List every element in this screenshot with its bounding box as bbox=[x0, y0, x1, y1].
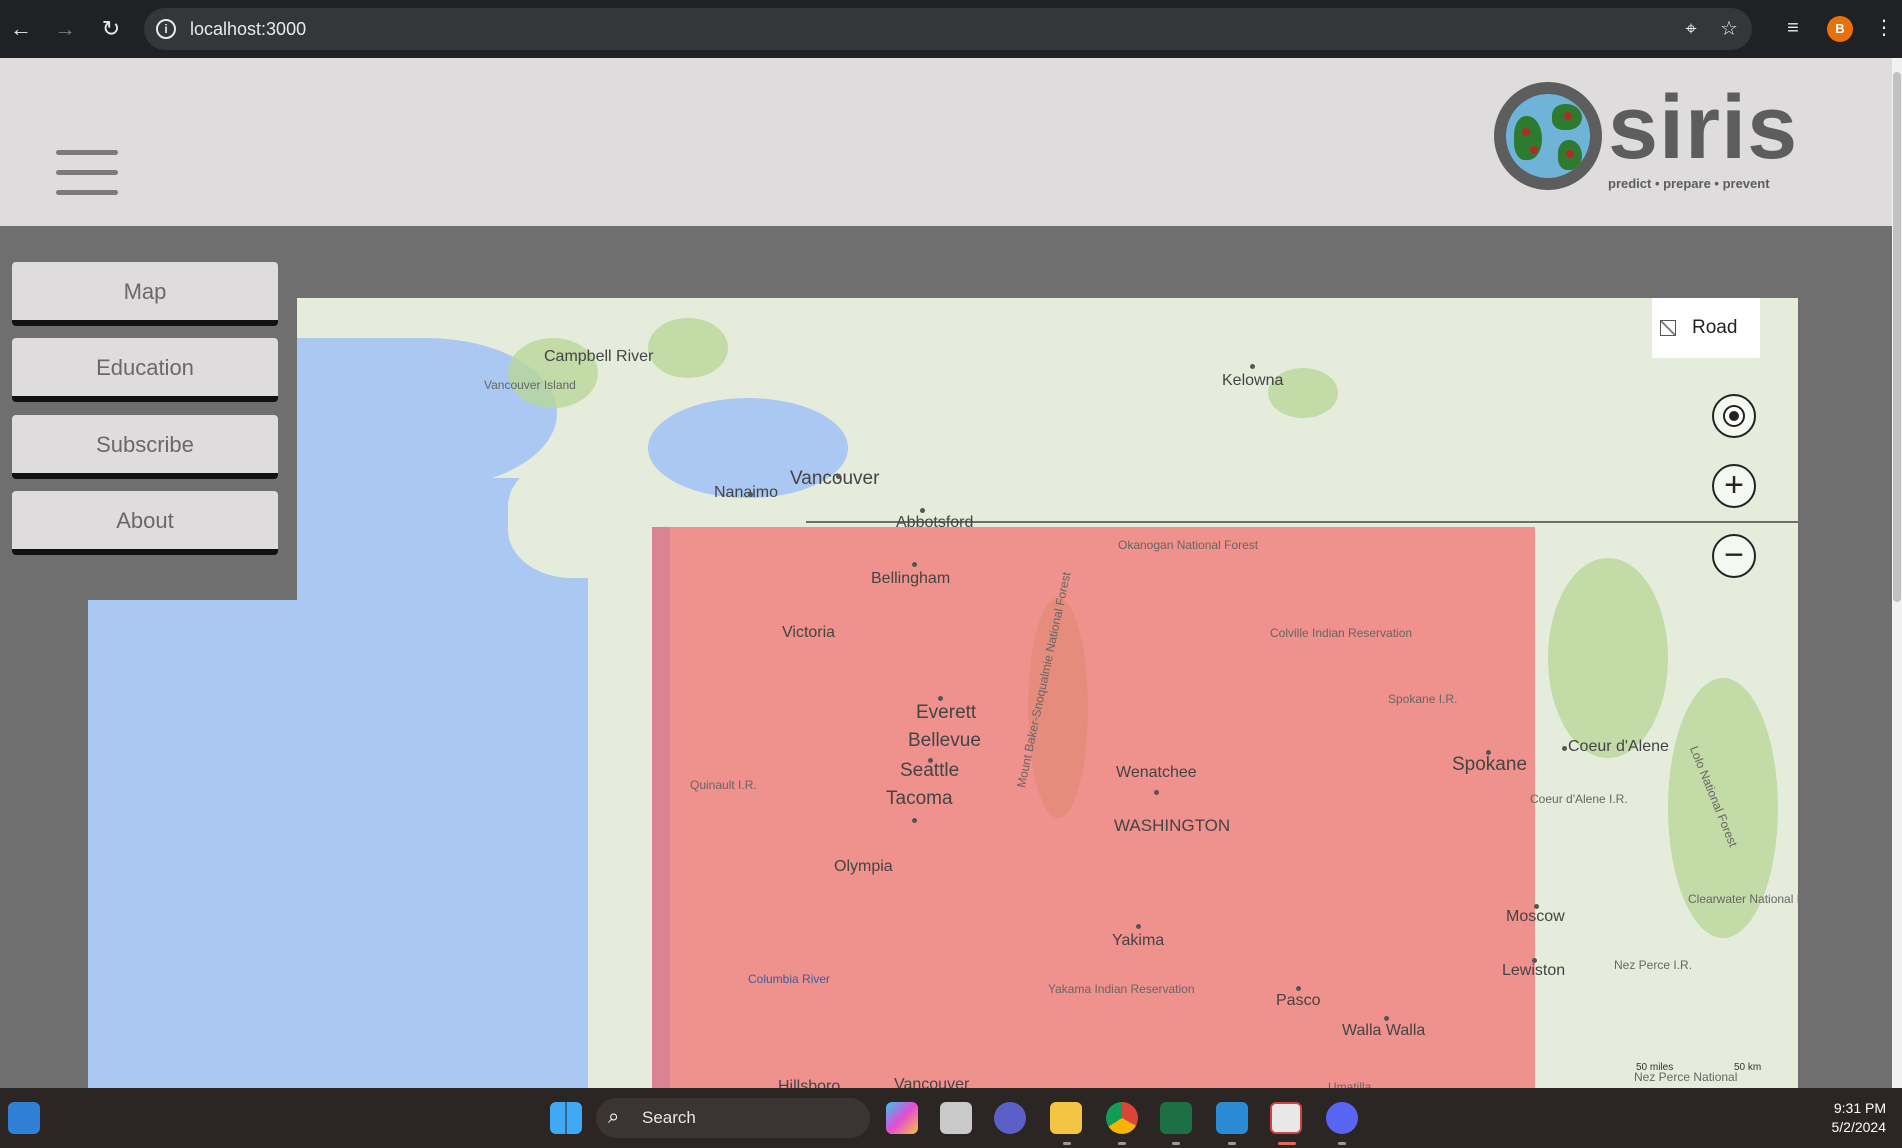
globe-logo-icon bbox=[1494, 82, 1602, 190]
profile-avatar[interactable]: B bbox=[1827, 16, 1853, 42]
map-label: Nez Perce I.R. bbox=[1614, 958, 1693, 972]
windows-start-icon[interactable] bbox=[550, 1102, 582, 1134]
scrollbar-thumb[interactable] bbox=[1893, 72, 1901, 602]
task-view-icon[interactable] bbox=[940, 1102, 972, 1134]
meet-icon[interactable] bbox=[994, 1102, 1026, 1134]
map-label: Coeur d'Alene I.R. bbox=[1530, 792, 1628, 806]
back-arrow-icon[interactable]: ← bbox=[4, 12, 38, 46]
media-playlist-icon[interactable]: ≡ bbox=[1779, 14, 1807, 42]
site-info-icon[interactable]: i bbox=[156, 19, 176, 39]
browser-toolbar: ← → ↻ i localhost:3000 ⌖ ☆ ≡ B ⋮ bbox=[0, 0, 1902, 58]
map-style-toggle[interactable]: Road bbox=[1652, 298, 1760, 358]
location-icon[interactable]: ⌖ bbox=[1680, 18, 1702, 40]
map-label: Wenatchee bbox=[1116, 764, 1197, 781]
map-label: Walla Walla bbox=[1342, 1022, 1426, 1039]
map-label: Everett bbox=[916, 702, 977, 723]
map-label: Pasco bbox=[1276, 992, 1321, 1009]
forward-arrow-icon[interactable]: → bbox=[48, 12, 82, 46]
hamburger-menu-icon[interactable] bbox=[56, 150, 118, 196]
taskbar-clock[interactable]: 9:31 PM 5/2/2024 bbox=[1806, 1099, 1887, 1137]
locate-icon[interactable] bbox=[1712, 394, 1756, 438]
clock-time: 9:31 PM bbox=[1833, 1100, 1886, 1116]
map-canvas[interactable]: Campbell River Vancouver Island Kelowna … bbox=[88, 298, 1798, 1088]
menu-item-subscribe[interactable]: Subscribe bbox=[12, 415, 278, 479]
map-label: Bellevue bbox=[908, 730, 981, 751]
map-style-label: Road bbox=[1692, 317, 1738, 338]
map-label: Colville Indian Reservation bbox=[1270, 626, 1413, 640]
windows-taskbar: ⌕ Search 9:31 PM 5/2/2024 bbox=[0, 1088, 1902, 1148]
file-explorer-icon[interactable] bbox=[1050, 1102, 1082, 1134]
clock-date: 5/2/2024 bbox=[1831, 1119, 1887, 1135]
osiris-logo[interactable]: siris predict • prepare • prevent bbox=[1494, 78, 1799, 198]
bookmark-star-icon[interactable]: ☆ bbox=[1718, 18, 1740, 40]
map-label: Hillsboro bbox=[778, 1078, 841, 1088]
url-text[interactable]: localhost:3000 bbox=[190, 8, 306, 50]
more-menu-icon[interactable]: ⋮ bbox=[1870, 14, 1898, 42]
widgets-icon[interactable] bbox=[8, 1102, 40, 1134]
map-label: Clearwater National Forest bbox=[1688, 892, 1798, 906]
map-label: Moscow bbox=[1506, 908, 1565, 925]
discord-icon[interactable] bbox=[1326, 1102, 1358, 1134]
map-label: WASHINGTON bbox=[1114, 816, 1231, 835]
map-label: Umatilla bbox=[1328, 1080, 1372, 1088]
map-label: Quinault I.R. bbox=[690, 778, 757, 792]
excel-icon[interactable] bbox=[1160, 1102, 1192, 1134]
chrome-icon[interactable] bbox=[1106, 1102, 1138, 1134]
menu-item-map[interactable]: Map bbox=[12, 262, 278, 326]
map-label: Okanogan National Forest bbox=[1118, 538, 1259, 552]
map-label: Tacoma bbox=[886, 788, 953, 809]
reload-icon[interactable]: ↻ bbox=[94, 12, 128, 46]
copilot-icon[interactable] bbox=[886, 1102, 918, 1134]
scale-miles: 50 miles bbox=[1636, 1062, 1674, 1073]
map-label: Olympia bbox=[834, 858, 893, 875]
map-label: Spokane I.R. bbox=[1388, 692, 1458, 706]
map-label: Vancouver bbox=[790, 468, 880, 489]
map-label: Abbotsford bbox=[896, 514, 974, 531]
map-label: Spokane bbox=[1452, 754, 1528, 775]
logo-tagline: predict • prepare • prevent bbox=[1608, 176, 1770, 191]
risk-overlay bbox=[652, 527, 1535, 1088]
side-menu: Map Education Subscribe About bbox=[0, 226, 297, 600]
scale-km: 50 km bbox=[1734, 1062, 1762, 1073]
map-label: Yakama Indian Reservation bbox=[1048, 982, 1195, 996]
map-label: Columbia River bbox=[748, 972, 831, 986]
map-label: Kelowna bbox=[1222, 372, 1284, 389]
address-bar[interactable]: i localhost:3000 ⌖ ☆ bbox=[144, 8, 1752, 50]
map-label: Bellingham bbox=[871, 570, 951, 587]
zoom-in-icon[interactable]: + bbox=[1712, 464, 1756, 508]
map-label: Yakima bbox=[1112, 932, 1165, 949]
search-icon: ⌕ bbox=[608, 1106, 620, 1128]
map-label: Campbell River bbox=[544, 348, 654, 365]
map-label: Lewiston bbox=[1502, 962, 1566, 979]
map-label: Vancouver bbox=[894, 1076, 970, 1088]
snipping-tool-icon[interactable] bbox=[1270, 1102, 1302, 1134]
map-label: Coeur d'Alene bbox=[1568, 738, 1669, 755]
taskbar-search[interactable]: ⌕ Search bbox=[596, 1098, 870, 1138]
map-label: Seattle bbox=[900, 760, 960, 781]
menu-item-education[interactable]: Education bbox=[12, 338, 278, 402]
road-map-icon bbox=[1660, 320, 1676, 336]
map-label: Vancouver Island bbox=[484, 378, 576, 392]
menu-item-about[interactable]: About bbox=[12, 491, 278, 555]
map-label: Victoria bbox=[782, 624, 836, 641]
zoom-out-icon[interactable]: − bbox=[1712, 534, 1756, 578]
map-label: Nanaimo bbox=[714, 484, 779, 501]
vscode-icon[interactable] bbox=[1216, 1102, 1248, 1134]
search-label: Search bbox=[642, 1108, 696, 1127]
logo-wordmark: siris bbox=[1608, 78, 1799, 178]
